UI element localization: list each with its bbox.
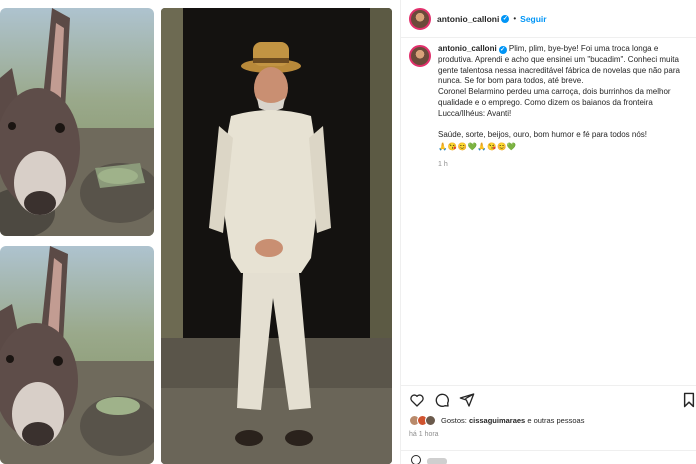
comment-bar[interactable] — [401, 450, 696, 464]
verified-badge-icon: ✓ — [501, 14, 510, 23]
post-panel: antonio_calloni ✓ • Seguir antonio_callo… — [400, 0, 696, 464]
caption-emojis: 🙏😘😊💚🙏😘😊💚 — [438, 142, 517, 152]
post-header: antonio_calloni ✓ • Seguir — [401, 0, 696, 38]
avatar[interactable] — [409, 7, 431, 30]
post-timestamp: há 1 hora — [409, 431, 439, 438]
caption-time: 1 h — [438, 160, 448, 168]
post-media[interactable] — [0, 0, 400, 464]
actor-photo — [161, 8, 392, 464]
likes-summary: Gostos: cissaguimaraes e outras pessoas — [409, 415, 584, 426]
separator-dot: • — [513, 14, 517, 23]
caption-verified-badge-icon: ✓ — [498, 46, 507, 54]
caption-body: antonio_calloni ✓ Plim, plim, bye-bye! Fo… — [438, 44, 690, 171]
likes-prefix: Gostos: — [441, 416, 467, 425]
comment-input[interactable] — [427, 458, 447, 464]
donkey-photo — [0, 8, 154, 236]
header-username[interactable]: antonio_calloni — [437, 14, 499, 24]
heart-icon[interactable] — [409, 392, 425, 408]
donkey-photo-2 — [0, 246, 154, 464]
liker-avatar — [425, 415, 436, 426]
comment-icon[interactable] — [434, 392, 450, 408]
caption-avatar[interactable] — [409, 45, 431, 67]
share-icon[interactable] — [459, 392, 475, 408]
caption-username[interactable]: antonio_calloni — [438, 44, 497, 53]
liker-avatars[interactable] — [409, 415, 436, 426]
post-caption: antonio_calloni ✓ Plim, plim, bye-bye! Fo… — [409, 44, 693, 171]
emoji-icon[interactable] — [411, 455, 421, 464]
post-actions — [401, 385, 696, 413]
likes-suffix[interactable]: e outras pessoas — [527, 416, 584, 425]
follow-button[interactable]: Seguir — [520, 14, 546, 24]
likes-user[interactable]: cissaguimaraes — [469, 416, 525, 425]
bookmark-icon[interactable] — [683, 392, 695, 408]
caption-text: Plim, plim, bye-bye! Foi uma troca longa… — [438, 44, 680, 140]
